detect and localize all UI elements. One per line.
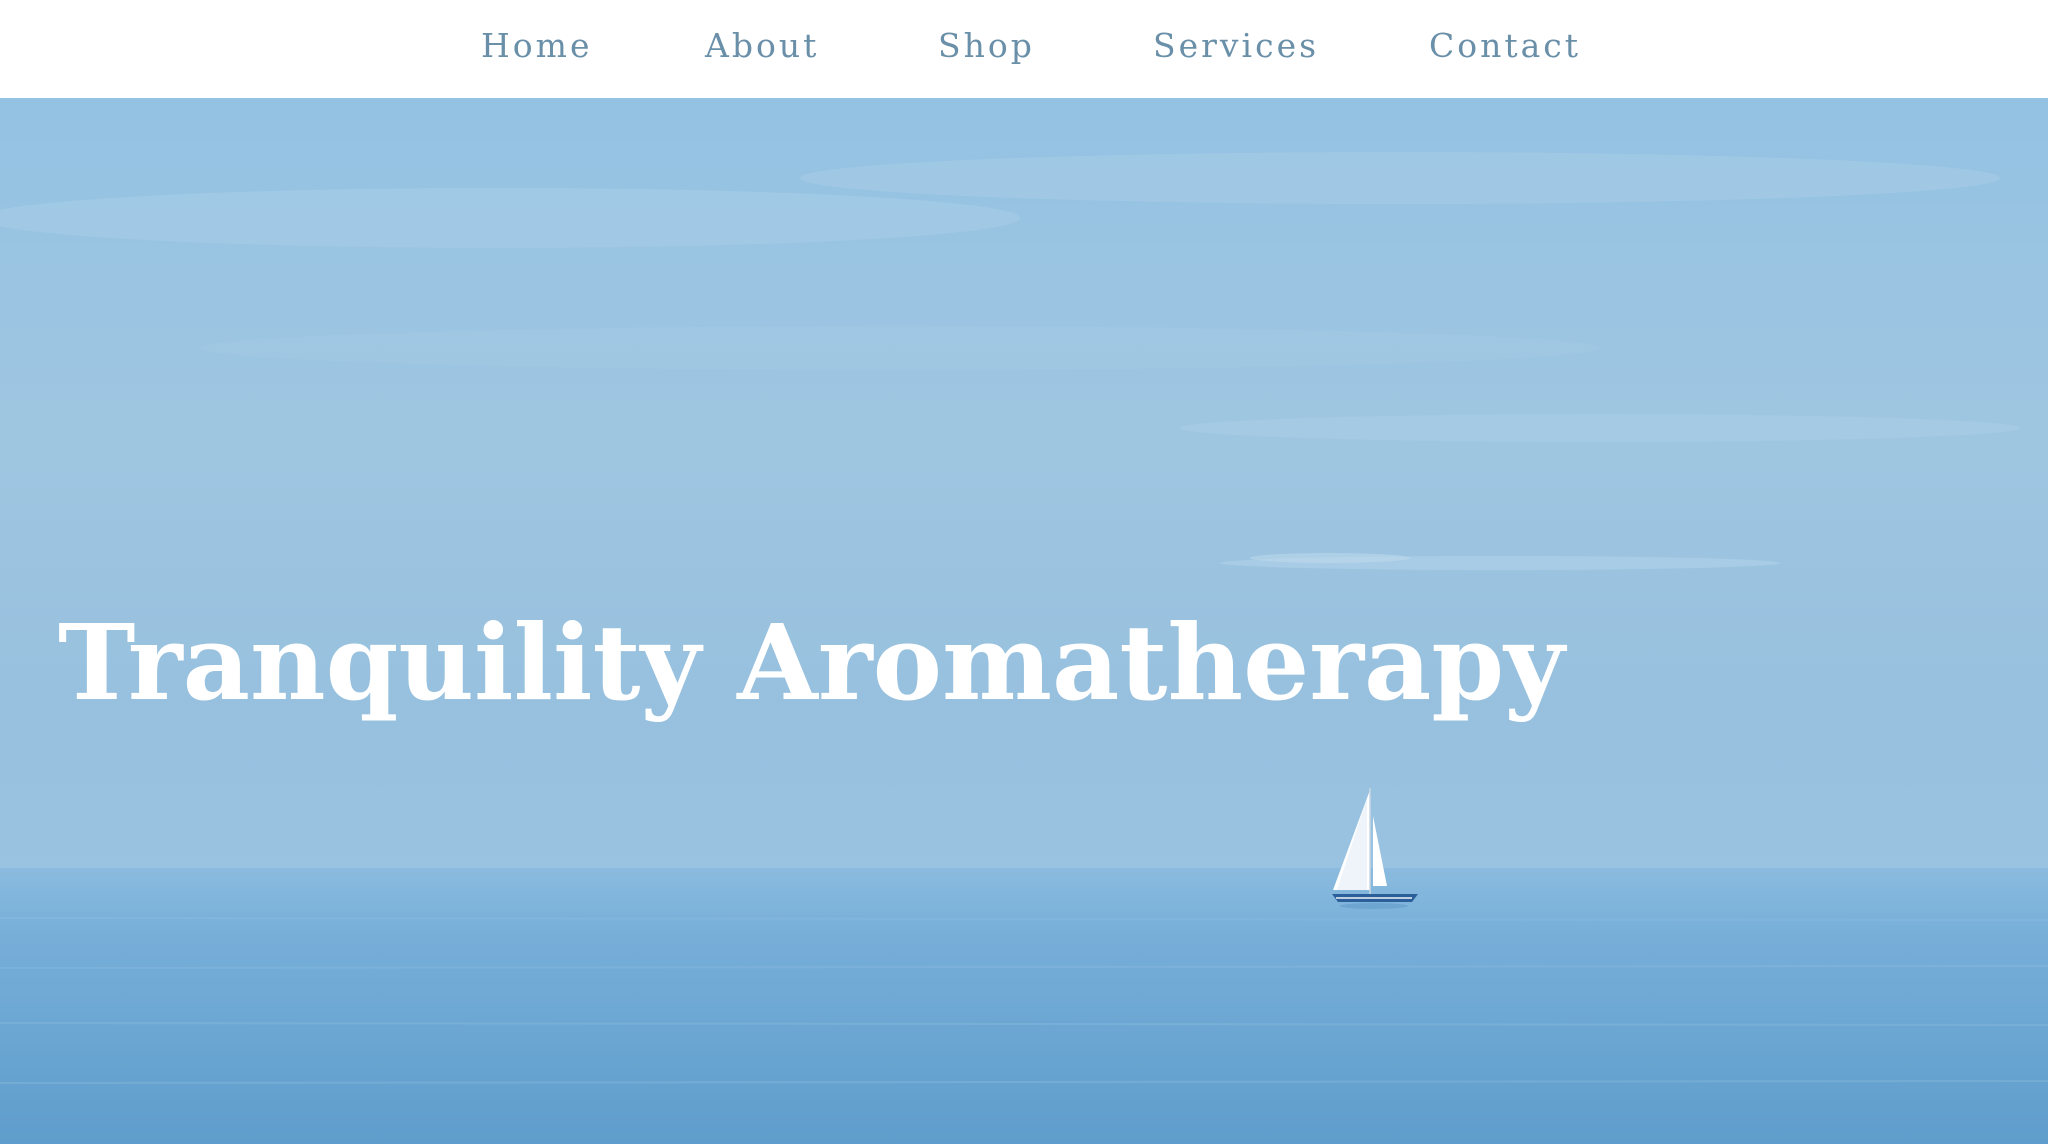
nav-link-shop[interactable]: Shop xyxy=(938,22,1035,70)
page: Home About Shop Services Contact Tranqui… xyxy=(0,0,2048,1144)
hero-title: Tranquility Aromatherapy xyxy=(58,601,1565,724)
nav-link-home[interactable]: Home xyxy=(481,22,592,70)
nav-link-about[interactable]: About xyxy=(705,22,819,70)
hero-banner: Tranquility Aromatherapy xyxy=(0,98,2048,1144)
nav-link-contact[interactable]: Contact xyxy=(1429,22,1581,70)
nav-link-services[interactable]: Services xyxy=(1153,22,1319,70)
top-navigation: Home About Shop Services Contact xyxy=(0,0,2048,98)
